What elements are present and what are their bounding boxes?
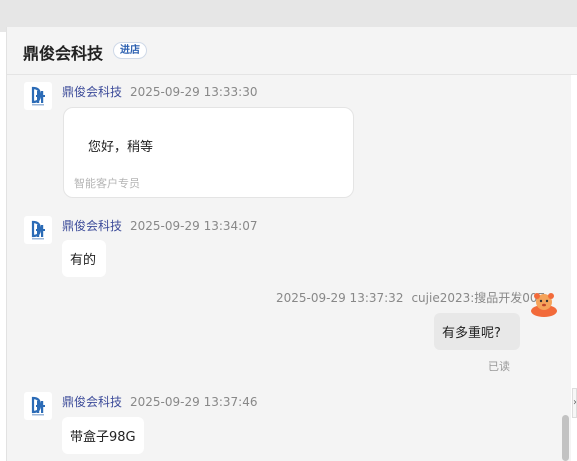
chat-window: 鼎俊会科技 进店 鼎俊会科技 2025-09-29 13:33:30 您好，稍等 … <box>0 0 577 461</box>
bear-avatar-icon <box>530 289 558 317</box>
message-bubble: 有多重呢? <box>434 313 520 350</box>
message-time: 2025-09-29 13:33:30 <box>130 85 258 99</box>
sender-name[interactable]: 鼎俊会科技 <box>62 85 122 99</box>
message-time: 2025-09-29 13:37:32 <box>276 291 404 305</box>
chat-header: 鼎俊会科技 进店 <box>7 27 577 75</box>
message-bubble: 有的 <box>62 240 106 277</box>
read-status: 已读 <box>488 360 510 373</box>
enter-shop-button[interactable]: 进店 <box>113 42 147 59</box>
message-time: 2025-09-29 13:37:46 <box>130 395 258 409</box>
chat-panel: 鼎俊会科技 进店 鼎俊会科技 2025-09-29 13:33:30 您好，稍等 … <box>6 27 577 461</box>
message-meta: 2025-09-29 13:37:32 cujie2023:搜品开发007 <box>276 289 545 306</box>
sender-name[interactable]: 鼎俊会科技 <box>62 395 122 409</box>
card-subtitle: 智能客户专员 <box>74 177 140 190</box>
message-meta: 鼎俊会科技 2025-09-29 13:37:46 <box>62 393 257 410</box>
message-meta: 鼎俊会科技 2025-09-29 13:33:30 <box>62 83 257 100</box>
scrollbar-thumb[interactable] <box>562 415 569 461</box>
shop-logo-icon <box>24 82 52 110</box>
collapse-arrow-icon[interactable]: › <box>572 388 577 418</box>
message-meta: 鼎俊会科技 2025-09-29 13:34:07 <box>62 217 257 234</box>
greeting-card: 您好，稍等 智能客户专员 <box>63 107 354 198</box>
sender-name[interactable]: 鼎俊会科技 <box>62 219 122 233</box>
message-time: 2025-09-29 13:34:07 <box>130 219 258 233</box>
sender-name: cujie2023:搜品开发007 <box>411 291 546 305</box>
shop-logo-icon <box>24 216 52 244</box>
shop-name: 鼎俊会科技 <box>23 44 104 63</box>
card-text: 您好，稍等 <box>88 140 154 155</box>
shop-logo-icon <box>24 392 52 420</box>
message-bubble: 带盒子98G <box>62 417 144 454</box>
